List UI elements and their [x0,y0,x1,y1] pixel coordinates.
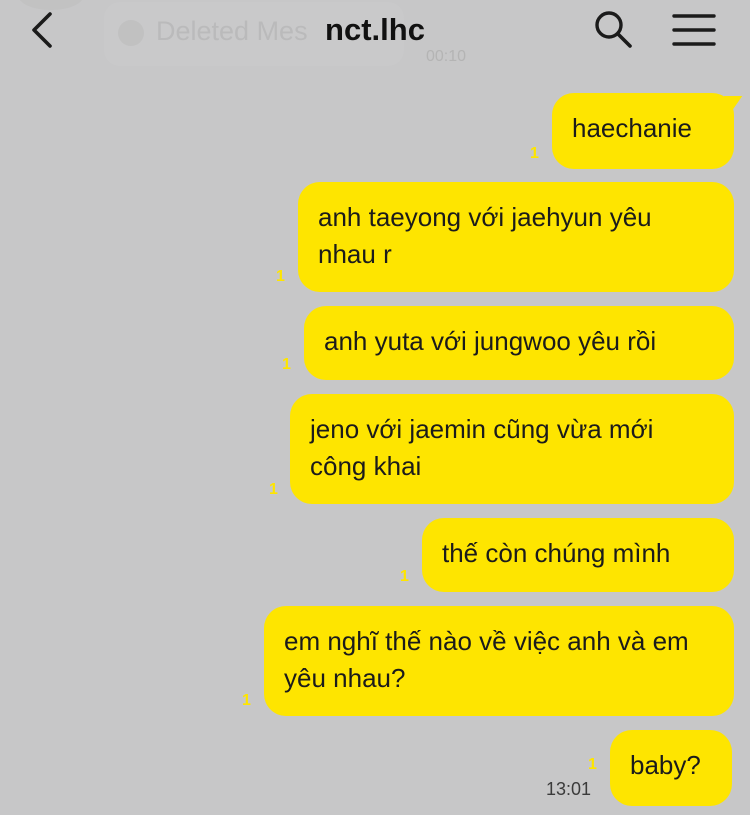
unread-count: 1 [269,481,278,498]
search-icon [595,11,632,48]
message-bubble[interactable]: anh yuta với jungwoo yêu rồi [304,306,734,380]
unread-count: 1 [276,268,285,285]
message-bubble[interactable]: em nghĩ thế nào về việc anh và em yêu nh… [264,606,734,716]
message-bubble[interactable]: jeno với jaemin cũng vừa mới công khai [290,394,734,504]
message-bubble[interactable]: anh taeyong với jaehyun yêu nhau r [298,182,734,292]
chat-title: nct.lhc [325,12,425,47]
message-bubble[interactable]: baby? [610,730,732,806]
unread-count: 1 [588,756,597,773]
chat-header: Deleted Mes 00:10 nct.lhc [0,0,750,80]
search-button[interactable] [592,8,634,50]
unread-count: 1 [282,356,291,373]
hamburger-menu-icon [672,14,716,46]
unread-count: 1 [400,568,409,585]
message-time: 13:01 [546,779,592,799]
message-bubble[interactable]: haechanie [552,93,734,169]
message-bubble[interactable]: thế còn chúng mình [422,518,734,592]
unread-count: 1 [242,692,251,709]
deleted-message-time: 00:10 [426,48,467,65]
menu-button[interactable] [670,10,718,50]
unread-count: 1 [530,145,539,162]
